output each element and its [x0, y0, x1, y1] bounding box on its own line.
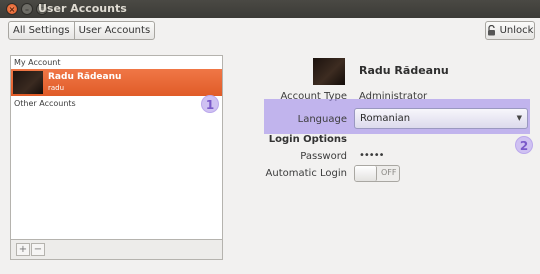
annotation-marker-2: 2 [515, 136, 533, 154]
password-value[interactable]: ••••• [359, 150, 384, 161]
account-full-name: Radu Rădeanu [48, 72, 122, 82]
user-full-name[interactable]: Radu Rădeanu [359, 64, 449, 77]
account-row-selected[interactable]: Radu Rădeanu radu [11, 69, 222, 96]
automatic-login-switch[interactable]: OFF [354, 165, 400, 182]
minimize-icon[interactable]: – [21, 3, 33, 15]
title-bar: × – □ User Accounts [0, 0, 540, 18]
window-title: User Accounts [38, 2, 127, 15]
switch-knob[interactable] [355, 166, 377, 181]
user-accounts-window: × – □ User Accounts All Settings User Ac… [0, 0, 540, 274]
language-value: Romanian [360, 113, 411, 124]
login-options-header: Login Options [268, 134, 347, 145]
user-photo[interactable] [313, 58, 345, 85]
close-icon[interactable]: × [6, 3, 18, 15]
list-toolbar: + − [10, 240, 223, 260]
other-accounts-header: Other Accounts [14, 99, 76, 108]
language-dropdown[interactable]: Romanian ▼ [354, 108, 528, 129]
language-label: Language [297, 114, 347, 125]
unlock-button[interactable]: Unlock [485, 21, 535, 40]
switch-state: OFF [381, 168, 397, 177]
breadcrumb: All Settings User Accounts [8, 21, 156, 40]
avatar [13, 71, 43, 94]
user-accounts-button[interactable]: User Accounts [73, 22, 155, 39]
account-login-name: radu [48, 84, 65, 92]
password-label: Password [300, 151, 347, 162]
add-account-button[interactable]: + [16, 243, 30, 256]
remove-account-button[interactable]: − [31, 243, 45, 256]
toolbar: All Settings User Accounts Unlock [0, 18, 540, 45]
dropdown-arrow-icon: ▼ [516, 114, 522, 122]
unlock-label: Unlock [499, 25, 534, 36]
annotation-marker-1: 1 [201, 95, 219, 113]
all-settings-button[interactable]: All Settings [9, 22, 74, 39]
my-account-header: My Account [14, 58, 61, 67]
automatic-login-label: Automatic Login [265, 168, 347, 179]
lock-icon [487, 25, 495, 36]
accounts-list: My Account Radu Rădeanu radu Other Accou… [10, 55, 223, 240]
